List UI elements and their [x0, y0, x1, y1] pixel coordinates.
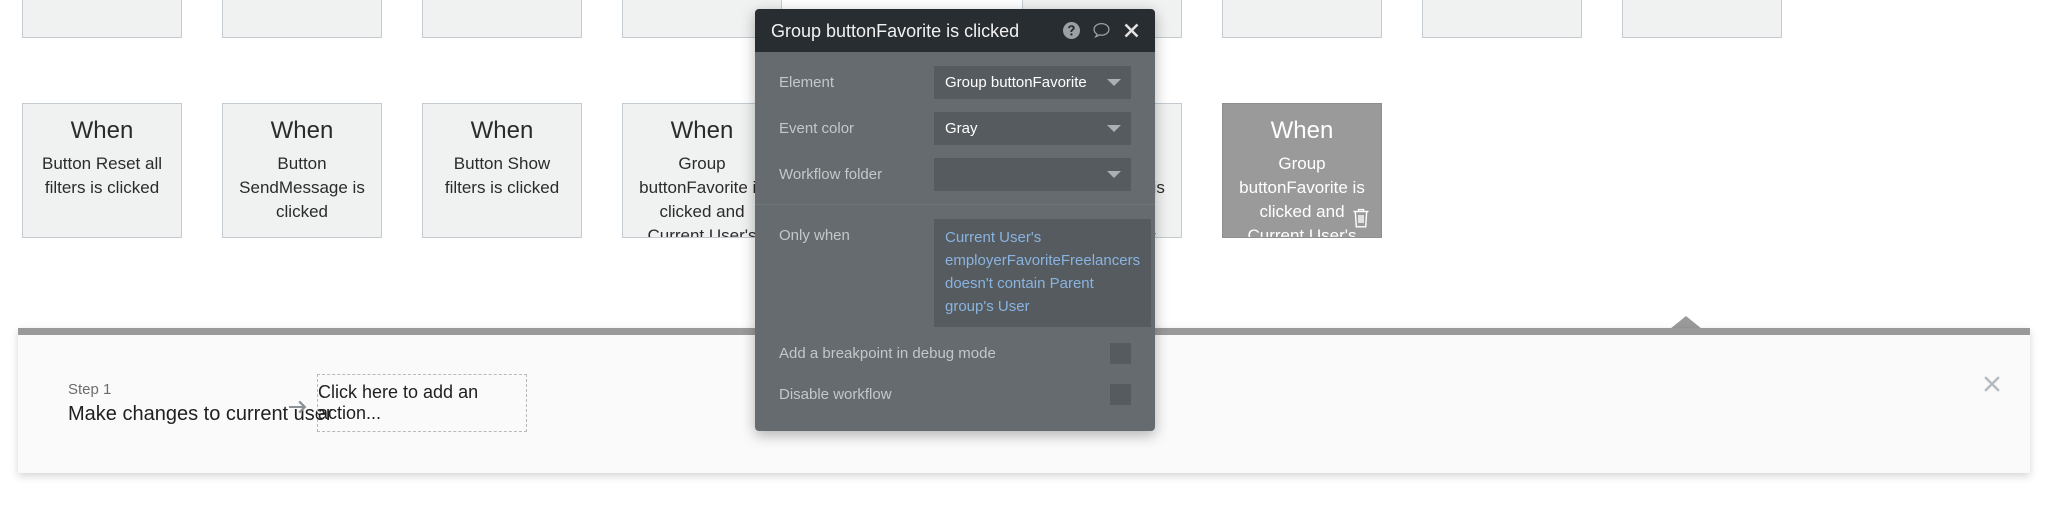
- card-when-label: When: [270, 117, 334, 144]
- field-label-only-when: Only when: [779, 227, 850, 244]
- row-disable-workflow: Disable workflow: [779, 378, 1131, 411]
- card-description: Button Reset all filters is clicked: [41, 154, 162, 197]
- property-editor-dialog: Group buttonFavorite is clicked Element …: [755, 9, 1155, 431]
- checkbox-disable-workflow[interactable]: [1110, 384, 1131, 405]
- workflow-event-card[interactable]: When Button SendMessage is clicked: [222, 103, 382, 238]
- event-color-dropdown-value: Gray: [945, 119, 978, 137]
- field-event-color: Event color Gray: [779, 112, 1131, 145]
- app-root: When Button Reset all filters is clicked…: [0, 0, 2048, 511]
- chevron-down-icon: [1107, 79, 1121, 86]
- dialog-header-icons: [1062, 21, 1141, 40]
- close-icon[interactable]: [1981, 373, 2003, 395]
- workflow-event-card-top[interactable]: [1622, 0, 1782, 38]
- close-icon[interactable]: [1122, 21, 1141, 40]
- label-add-breakpoint: Add a breakpoint in debug mode: [779, 344, 996, 362]
- delete-icon[interactable]: [1351, 207, 1371, 229]
- comment-icon[interactable]: [1092, 21, 1111, 40]
- workflow-event-card[interactable]: When Button Reset all filters is clicked: [22, 103, 182, 238]
- card-description: Button Show filters is clicked: [444, 154, 560, 197]
- element-dropdown[interactable]: Group buttonFavorite: [934, 66, 1131, 99]
- workflow-event-card-top[interactable]: [222, 0, 382, 38]
- card-when-label: When: [670, 117, 734, 144]
- help-icon[interactable]: [1062, 21, 1081, 40]
- workflow-event-card-selected[interactable]: When Group buttonFavorite is clicked and…: [1222, 103, 1382, 238]
- only-when-expression-box[interactable]: Current User's employerFavoriteFreelance…: [934, 219, 1152, 327]
- dialog-body: Element Group buttonFavorite Event color…: [755, 52, 1155, 431]
- card-when-label: When: [1270, 117, 1334, 144]
- field-label-event-color: Event color: [779, 119, 855, 137]
- field-label-workflow-folder: Workflow folder: [779, 165, 883, 183]
- card-when-label: When: [70, 117, 134, 144]
- label-disable-workflow: Disable workflow: [779, 385, 892, 403]
- workflow-folder-dropdown[interactable]: [934, 158, 1131, 191]
- card-description: Group buttonFavorite is clicked and Curr…: [639, 154, 765, 238]
- workflow-event-card[interactable]: When Button Show filters is clicked: [422, 103, 582, 238]
- field-element: Element Group buttonFavorite: [779, 66, 1131, 99]
- dialog-title: Group buttonFavorite is clicked: [771, 20, 1020, 41]
- workflow-event-card-top[interactable]: [1422, 0, 1582, 38]
- element-dropdown-value: Group buttonFavorite: [945, 73, 1087, 91]
- card-when-label: When: [470, 117, 534, 144]
- workflow-event-card-top[interactable]: [422, 0, 582, 38]
- event-color-dropdown[interactable]: Gray: [934, 112, 1131, 145]
- workflow-event-card-top[interactable]: [22, 0, 182, 38]
- checkbox-add-breakpoint[interactable]: [1110, 343, 1131, 364]
- field-workflow-folder: Workflow folder: [779, 158, 1131, 191]
- card-description: Button SendMessage is clicked: [239, 154, 365, 221]
- field-only-when: Only when Current User's employerFavorit…: [779, 205, 1152, 327]
- add-action-button[interactable]: Click here to add an action...: [317, 374, 527, 432]
- field-label-element: Element: [779, 73, 835, 91]
- workflow-event-card-top[interactable]: [1222, 0, 1382, 38]
- chevron-down-icon: [1107, 171, 1121, 178]
- only-when-expression: Current User's employerFavoriteFreelance…: [945, 229, 1141, 315]
- chevron-down-icon: [1107, 125, 1121, 132]
- arrow-right-icon: [287, 397, 311, 419]
- row-add-breakpoint: Add a breakpoint in debug mode: [779, 337, 1131, 370]
- dialog-footer-spacer: [779, 419, 1131, 431]
- dialog-header: Group buttonFavorite is clicked: [755, 9, 1155, 52]
